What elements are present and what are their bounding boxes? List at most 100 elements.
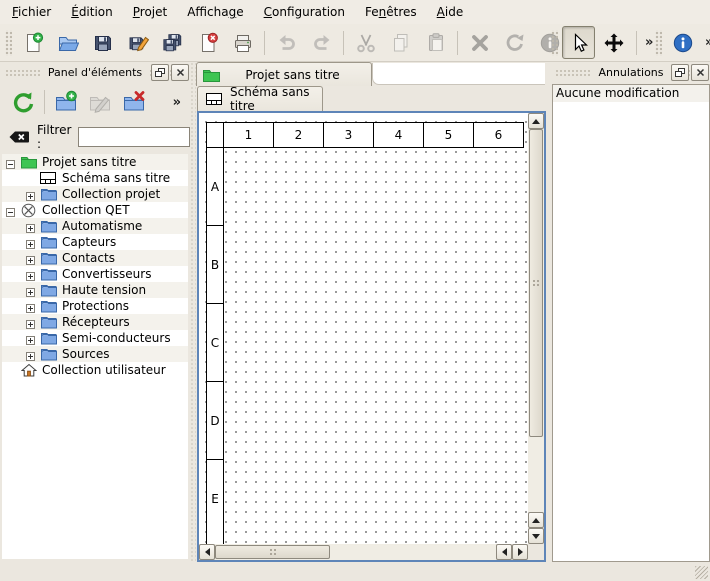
tree-item-label: Schéma sans titre <box>62 171 170 185</box>
tree-expander-plus[interactable] <box>26 302 35 311</box>
tree-expander-plus[interactable] <box>26 350 35 359</box>
tree-item-sources[interactable]: Sources <box>2 346 188 362</box>
new-document-button[interactable] <box>16 26 49 59</box>
tree-expander-plus[interactable] <box>26 254 35 263</box>
tree-expander-plus[interactable] <box>26 222 35 231</box>
diagram-info-button[interactable] <box>666 26 699 59</box>
copy-icon <box>390 32 412 54</box>
toolbar-extension-button[interactable]: » <box>168 95 186 110</box>
menu-aide[interactable]: Aide <box>427 1 474 23</box>
copy-button[interactable] <box>384 26 417 59</box>
tree-item-schema-sans-titre[interactable]: Schéma sans titre <box>2 170 188 186</box>
scroll-left-button[interactable] <box>199 544 215 560</box>
vertical-scrollbar[interactable] <box>528 113 544 544</box>
dock-close-button[interactable] <box>691 64 709 81</box>
tree-item-convertisseurs[interactable]: Convertisseurs <box>2 266 188 282</box>
reload-icon <box>11 90 35 114</box>
tree-expander-minus[interactable] <box>6 158 15 167</box>
horizontal-scroll-thumb[interactable] <box>215 545 330 559</box>
scroll-up-button-2[interactable] <box>528 512 544 528</box>
save-as-button[interactable] <box>121 26 154 59</box>
clear-filter-icon[interactable] <box>8 129 30 145</box>
column-header-4: 4 <box>373 122 424 148</box>
filter-input[interactable] <box>78 127 190 147</box>
panel-splitter[interactable] <box>190 62 196 562</box>
border-corner-cell <box>206 122 224 148</box>
tree-expander-plus[interactable] <box>26 286 35 295</box>
reload-collections-button[interactable] <box>7 86 39 118</box>
scroll-left-button-2[interactable] <box>496 544 512 560</box>
tree-item-collection-utilisateur[interactable]: Collection utilisateur <box>2 362 188 378</box>
tree-item-capteurs[interactable]: Capteurs <box>2 234 188 250</box>
toolbar-handle[interactable] <box>551 30 558 56</box>
toolbar-handle[interactable] <box>5 30 12 56</box>
undo-panel-titlebar[interactable]: Annulations <box>552 62 710 82</box>
elements-tree[interactable]: Projet sans titreSchéma sans titreCollec… <box>2 154 188 559</box>
save-all-button[interactable] <box>156 26 189 59</box>
tree-expander-plus[interactable] <box>26 238 35 247</box>
print-button[interactable] <box>226 26 259 59</box>
toolbar-extension-button[interactable]: » <box>700 35 710 50</box>
pan-mode-button[interactable] <box>597 26 630 59</box>
menu-projet[interactable]: Projet <box>123 1 177 23</box>
tree-expander-minus[interactable] <box>6 206 15 215</box>
diagram-canvas[interactable]: 123456ABCDE <box>199 113 528 544</box>
dock-close-button[interactable] <box>171 64 189 81</box>
scroll-right-button[interactable] <box>512 544 528 560</box>
dock-float-button[interactable] <box>151 64 169 81</box>
tab-schema[interactable]: Schéma sans titre <box>197 86 323 111</box>
tree-expander-plus[interactable] <box>26 270 35 279</box>
tree-item-collection-qet[interactable]: Collection QET <box>2 202 188 218</box>
tree-item-contacts[interactable]: Contacts <box>2 250 188 266</box>
tree-item-semi-conducteurs[interactable]: Semi-conducteurs <box>2 330 188 346</box>
delete-category-button[interactable] <box>118 86 150 118</box>
tree-item-recepteurs[interactable]: Récepteurs <box>2 314 188 330</box>
tree-expander-plus[interactable] <box>26 334 35 343</box>
undo-list-item[interactable]: Aucune modification <box>553 85 709 102</box>
menu-fichier[interactable]: Fichier <box>2 1 61 23</box>
paste-button[interactable] <box>419 26 452 59</box>
new-category-button[interactable] <box>50 86 82 118</box>
folder-blue-icon <box>40 268 57 281</box>
vertical-scroll-thumb[interactable] <box>529 129 543 437</box>
close-icon <box>696 68 705 77</box>
toolbar-handle[interactable] <box>655 30 662 56</box>
close-document-button[interactable] <box>191 26 224 59</box>
tree-item-collection-projet[interactable]: Collection projet <box>2 186 188 202</box>
save-button[interactable] <box>86 26 119 59</box>
select-mode-button[interactable] <box>562 26 595 59</box>
folder-edit-icon <box>88 90 112 114</box>
tree-item-haute-tension[interactable]: Haute tension <box>2 282 188 298</box>
tree-item-protections[interactable]: Protections <box>2 298 188 314</box>
status-bar <box>0 562 710 581</box>
tree-connector <box>6 366 15 375</box>
menu-affichage[interactable]: Affichage <box>177 1 253 23</box>
tree-item-label: Haute tension <box>62 283 146 297</box>
resize-grip[interactable] <box>695 566 708 579</box>
cut-button[interactable] <box>349 26 382 59</box>
tree-expander-plus[interactable] <box>26 318 35 327</box>
scroll-down-button[interactable] <box>528 528 544 544</box>
project-folder-icon <box>203 68 220 82</box>
rotate-button[interactable] <box>498 26 531 59</box>
tree-item-label: Protections <box>62 299 129 313</box>
row-header-C: C <box>206 303 224 382</box>
redo-button[interactable] <box>305 26 338 59</box>
menu-edition[interactable]: Édition <box>61 1 123 23</box>
menu-fenetres[interactable]: Fenêtres <box>355 1 427 23</box>
open-document-button[interactable] <box>51 26 84 59</box>
menu-configuration[interactable]: Configuration <box>254 1 355 23</box>
folder-open-icon <box>57 32 79 54</box>
edit-category-button[interactable] <box>84 86 116 118</box>
undo-button[interactable] <box>270 26 303 59</box>
elements-panel-titlebar[interactable]: Panel d'éléments <box>0 62 190 82</box>
tab-project[interactable]: Projet sans titre <box>196 62 372 86</box>
horizontal-scrollbar[interactable] <box>199 544 528 560</box>
delete-button[interactable] <box>463 26 496 59</box>
tree-item-automatisme[interactable]: Automatisme <box>2 218 188 234</box>
tree-item-projet-sans-titre[interactable]: Projet sans titre <box>2 154 188 170</box>
undo-history-list[interactable]: Aucune modification <box>552 84 710 562</box>
scroll-up-button[interactable] <box>528 113 544 129</box>
tree-expander-plus[interactable] <box>26 190 35 199</box>
dock-float-button[interactable] <box>671 64 689 81</box>
